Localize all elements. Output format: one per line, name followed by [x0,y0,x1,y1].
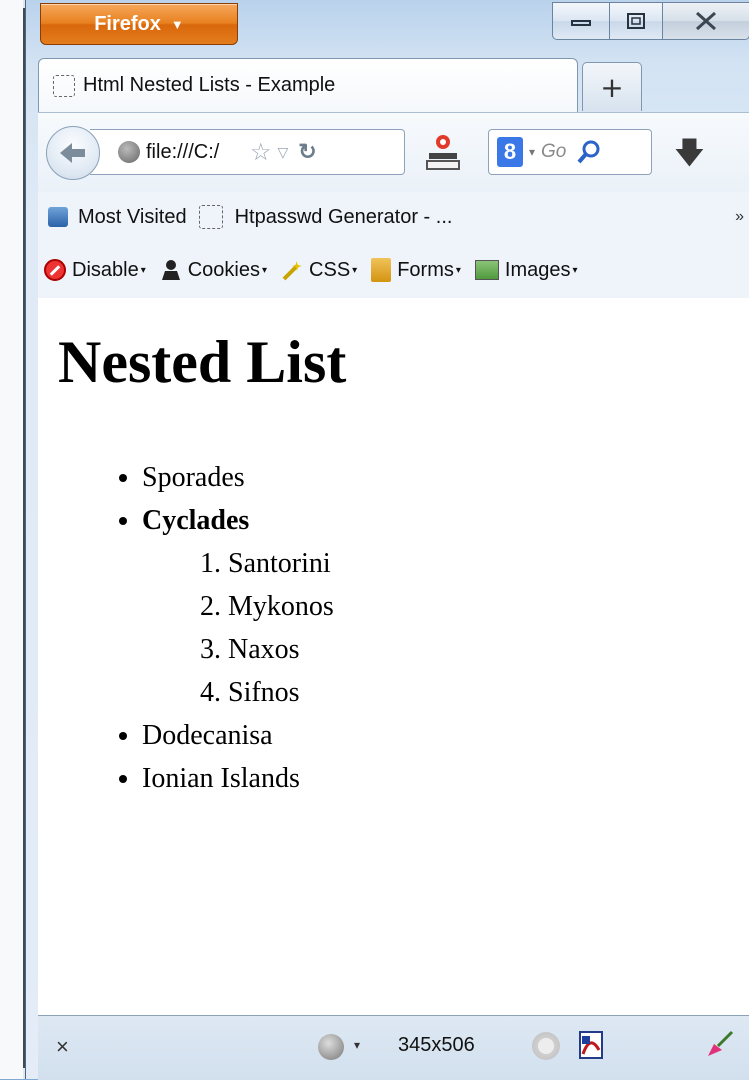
web-developer-toolbar: Disable ▾ Cookies ▾ CSS ▾ Forms ▾ Images… [38,242,749,299]
list-item: Cyclades Santorini Mykonos Naxos Sifnos [142,499,749,714]
disable-icon [44,259,66,281]
cookie-icon [161,260,180,280]
devbar-forms-label: Forms [397,258,454,281]
dropdown-marker-icon: ▾ [572,264,578,276]
close-window-button[interactable] [663,2,749,40]
maximize-icon [627,13,645,29]
devbar-forms-menu[interactable]: Forms ▾ [371,258,461,282]
maximize-button[interactable] [610,2,663,40]
site-identity-icon[interactable] [118,141,140,163]
tab-html-nested-lists[interactable]: Html Nested Lists - Example [38,58,578,112]
devbar-disable-menu[interactable]: Disable ▾ [44,259,146,282]
bookmark-star-icon[interactable]: ☆ [250,138,272,167]
dropdown-marker-icon[interactable]: ▾ [354,1038,360,1052]
firefox-button-label: Firefox [94,12,161,35]
devbar-disable-label: Disable [72,258,139,281]
css-wand-icon [282,261,303,281]
broom-icon[interactable] [704,1030,734,1060]
sub-list-item: Sifnos [228,671,749,714]
sub-list-item: Naxos [228,628,749,671]
navigation-toolbar: file:///C:/ ☆ ▽ ↻ 8 ▾ Go 🡇 [38,112,749,193]
page-content: Nested List Sporades Cyclades Santorini … [38,298,749,1015]
sub-list-item: Mykonos [228,585,749,628]
history-dropdown-icon[interactable]: ▽ [278,144,289,161]
user-persona-icon[interactable] [426,133,460,171]
status-bar: × ▾ 345x506 [38,1015,749,1080]
network-globe-icon[interactable] [318,1034,344,1060]
page-title: Nested List [58,329,347,395]
google-engine-icon[interactable]: 8 [497,137,523,167]
dashed-page-icon [53,74,75,97]
dropdown-marker-icon: ▾ [352,264,358,276]
images-icon [474,260,499,280]
bookmark-most-visited[interactable]: Most Visited [78,206,187,229]
sub-list-item: Santorini [228,542,749,585]
back-button[interactable] [46,126,100,180]
bookmarks-icon [48,207,68,227]
search-box[interactable]: 8 ▾ Go [488,129,652,175]
minimize-button[interactable] [552,2,610,40]
dropdown-marker-icon: ▾ [262,264,268,276]
address-bar[interactable]: file:///C:/ ☆ ▽ ↻ [90,129,405,175]
search-icon[interactable] [577,140,601,164]
plus-icon: + [600,70,624,104]
island-list: Sporades Cyclades Santorini Mykonos Naxo… [38,456,749,800]
devbar-images-label: Images [504,258,571,281]
devbar-images-menu[interactable]: Images ▾ [474,258,578,282]
search-input[interactable]: Go [541,141,571,163]
close-addon-bar-icon[interactable]: × [56,1034,69,1060]
download-icon[interactable]: 🡇 [674,131,705,182]
browser-window: Firefox ▼ Html Nested Lists - Example + … [25,0,749,1080]
devbar-css-menu[interactable]: CSS ▾ [281,259,357,282]
list-item: Dodecanisa [142,714,749,757]
dropdown-marker-icon: ▾ [140,264,146,276]
devbar-cookies-menu[interactable]: Cookies ▾ [160,259,267,282]
reload-icon[interactable]: ↻ [298,139,316,165]
chevron-down-icon: ▼ [170,16,184,32]
viewport-size-readout: 345x506 [398,1034,475,1056]
pdf-icon[interactable] [578,1030,604,1060]
dropdown-marker-icon: ▾ [455,264,461,276]
window-controls [552,2,749,42]
firefox-menu-button[interactable]: Firefox ▼ [40,3,238,45]
close-icon [696,11,716,31]
record-icon[interactable] [532,1032,560,1060]
bookmarks-overflow-chevron-icon[interactable]: » [735,208,744,226]
tab-label: Html Nested Lists - Example [83,74,336,96]
dashed-page-icon [198,205,223,229]
devbar-css-label: CSS [309,258,351,281]
list-item: Sporades [142,456,749,499]
list-item: Ionian Islands [142,757,749,800]
sub-list: Santorini Mykonos Naxos Sifnos [142,542,749,714]
bookmarks-toolbar: Most Visited Htpasswd Generator - ... » [38,192,749,242]
url-text[interactable]: file:///C:/ [146,141,246,164]
bookmark-htpasswd-generator[interactable]: Htpasswd Generator - ... [235,206,453,229]
devbar-cookies-label: Cookies [187,258,260,281]
engine-dropdown-icon[interactable]: ▾ [529,145,535,159]
forms-icon [371,258,392,282]
back-arrow-icon [60,143,85,163]
minimize-icon [571,20,591,26]
new-tab-button[interactable]: + [582,62,642,111]
